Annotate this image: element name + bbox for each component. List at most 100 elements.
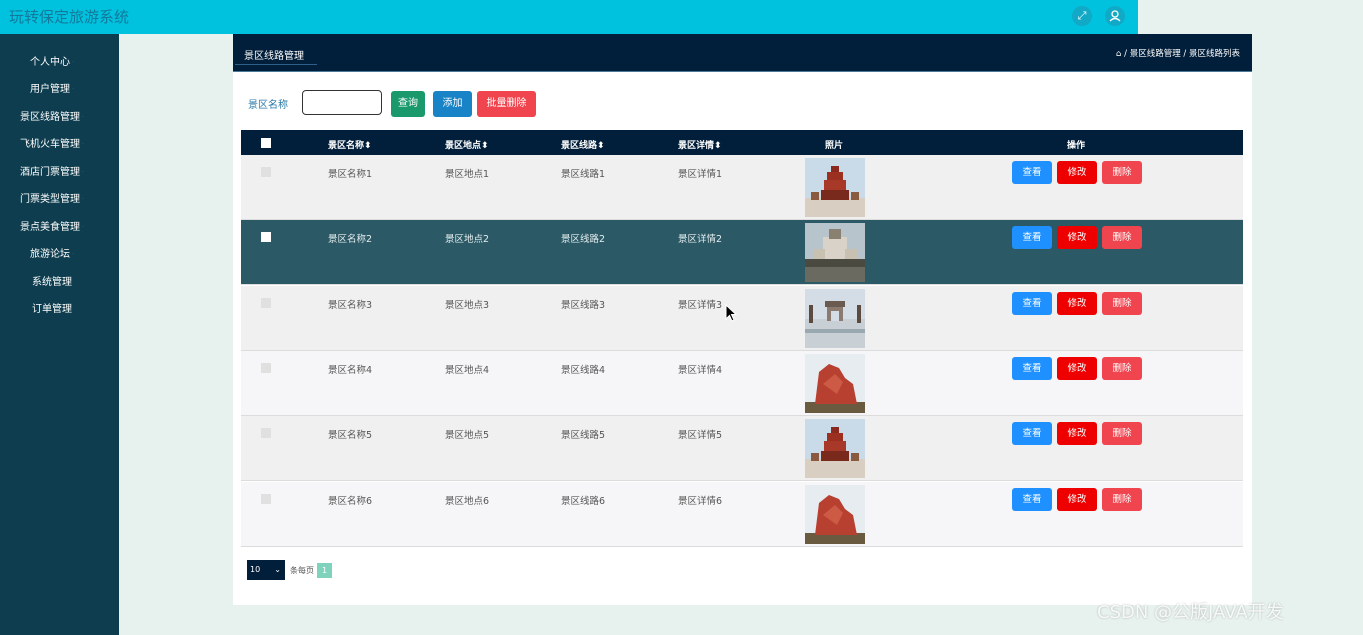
sidebar: 个人中心 · 用户管理 · 景区线路管理 · 飞机火车管理 · 酒店门票管理 · 门票类型… xyxy=(0,34,119,635)
sidebar-item-transport[interactable]: 飞机火车管理 · xyxy=(0,135,104,150)
sidebar-item-ticket-types[interactable]: 门票类型管理 · xyxy=(0,190,104,205)
dot-icon: · xyxy=(82,168,84,176)
photo-thumbnail[interactable] xyxy=(805,158,865,217)
dot-icon: · xyxy=(72,85,74,93)
breadcrumb-text[interactable]: / 景区线路管理 / 景区线路列表 xyxy=(1124,49,1240,59)
column-header: 操作 xyxy=(1067,141,1086,151)
cell-name: 景区名称2 xyxy=(328,234,373,245)
cell-route: 景区线路1 xyxy=(561,169,606,180)
view-button[interactable]: 查看 xyxy=(1012,422,1052,445)
photo-thumbnail[interactable] xyxy=(805,289,865,348)
fullscreen-icon[interactable]: ⤢ xyxy=(1072,6,1092,26)
sidebar-item-routes[interactable]: 景区线路管理 · xyxy=(0,108,104,123)
table-row: 景区名称6 景区地点6 景区线路6 景区详情6 查看 修改 删除 xyxy=(241,482,1243,547)
delete-button[interactable]: 删除 xyxy=(1102,226,1142,249)
row-checkbox[interactable] xyxy=(261,494,271,504)
select-all-checkbox[interactable] xyxy=(261,138,271,148)
cell-location: 景区地点1 xyxy=(445,169,490,180)
row-checkbox[interactable] xyxy=(261,363,271,373)
search-input[interactable] xyxy=(302,90,382,115)
view-button[interactable]: 查看 xyxy=(1012,488,1052,511)
mouse-cursor-icon xyxy=(725,303,738,325)
watermark: CSDN @公版JAVA开发 xyxy=(1097,602,1284,623)
edit-button[interactable]: 修改 xyxy=(1057,422,1097,445)
page-size-select[interactable]: 10 ⌄ xyxy=(247,560,285,580)
table-row: 景区名称1 景区地点1 景区线路1 景区详情1 查看 修改 删除 xyxy=(241,155,1243,220)
dot-icon: · xyxy=(82,113,84,121)
photo-thumbnail[interactable] xyxy=(805,223,865,282)
sidebar-item-orders[interactable]: 订单管理 xyxy=(0,300,104,315)
sidebar-item-food[interactable]: 景点美食管理 · xyxy=(0,218,104,233)
panel-header: 景区线路管理 ⌂ / 景区线路管理 / 景区线路列表 xyxy=(233,34,1252,72)
per-page-label: 条每页 xyxy=(290,566,314,575)
column-header[interactable]: 景区地点⬍ xyxy=(445,138,489,151)
column-header[interactable]: 景区详情⬍ xyxy=(678,138,722,151)
cell-detail: 景区详情6 xyxy=(678,496,723,507)
page-number[interactable]: 1 xyxy=(317,563,332,578)
edit-button[interactable]: 修改 xyxy=(1057,292,1097,315)
cell-name: 景区名称3 xyxy=(328,300,373,311)
search-label: 景区名称 xyxy=(248,100,288,111)
table-row: 景区名称3 景区地点3 景区线路3 景区详情3 查看 修改 删除 xyxy=(241,286,1243,351)
dot-icon: · xyxy=(82,223,84,231)
view-button[interactable]: 查看 xyxy=(1012,161,1052,184)
cell-location: 景区地点3 xyxy=(445,300,490,311)
photo-thumbnail[interactable] xyxy=(805,354,865,413)
view-button[interactable]: 查看 xyxy=(1012,226,1052,249)
cell-detail: 景区详情4 xyxy=(678,365,723,376)
dot-icon: · xyxy=(72,58,74,66)
dot-icon: · xyxy=(72,250,74,258)
cell-route: 景区线路3 xyxy=(561,300,606,311)
batch-delete-button[interactable]: 批量删除 xyxy=(477,91,536,117)
table-row: 景区名称2 景区地点2 景区线路2 景区详情2 查看 修改 删除 xyxy=(241,220,1243,285)
delete-button[interactable]: 删除 xyxy=(1102,422,1142,445)
sidebar-item-system[interactable]: 系统管理 xyxy=(0,273,104,288)
photo-thumbnail[interactable] xyxy=(805,485,865,544)
sidebar-item-personal-center[interactable]: 个人中心 · xyxy=(0,53,104,68)
edit-button[interactable]: 修改 xyxy=(1057,161,1097,184)
row-checkbox[interactable] xyxy=(261,298,271,308)
table-row: 景区名称4 景区地点4 景区线路4 景区详情4 查看 修改 删除 xyxy=(241,351,1243,416)
chevron-down-icon: ⌄ xyxy=(274,565,281,574)
delete-button[interactable]: 删除 xyxy=(1102,488,1142,511)
cell-route: 景区线路5 xyxy=(561,430,606,441)
sidebar-item-forum[interactable]: 旅游论坛 · xyxy=(0,245,104,260)
sidebar-item-users[interactable]: 用户管理 · xyxy=(0,80,104,95)
cell-detail: 景区详情1 xyxy=(678,169,723,180)
table-row: 景区名称5 景区地点5 景区线路5 景区详情5 查看 修改 删除 xyxy=(241,416,1243,481)
dot-icon: · xyxy=(82,140,84,148)
app-title: 玩转保定旅游系统 xyxy=(9,8,130,26)
view-button[interactable]: 查看 xyxy=(1012,357,1052,380)
user-icon[interactable] xyxy=(1105,6,1125,26)
edit-button[interactable]: 修改 xyxy=(1057,357,1097,380)
cell-route: 景区线路2 xyxy=(561,234,606,245)
cell-name: 景区名称1 xyxy=(328,169,373,180)
home-icon[interactable]: ⌂ xyxy=(1116,49,1121,59)
row-checkbox[interactable] xyxy=(261,428,271,438)
cell-name: 景区名称5 xyxy=(328,430,373,441)
main-panel: 景区线路管理 ⌂ / 景区线路管理 / 景区线路列表 景区名称 查询 添加 批量… xyxy=(233,34,1252,605)
column-header: 照片 xyxy=(825,141,844,151)
sidebar-item-hotel-tickets[interactable]: 酒店门票管理 · xyxy=(0,163,104,178)
query-button[interactable]: 查询 xyxy=(391,91,425,117)
breadcrumb: ⌂ / 景区线路管理 / 景区线路列表 xyxy=(1116,47,1240,59)
row-checkbox[interactable] xyxy=(261,167,271,177)
delete-button[interactable]: 删除 xyxy=(1102,357,1142,380)
delete-button[interactable]: 删除 xyxy=(1102,161,1142,184)
delete-button[interactable]: 删除 xyxy=(1102,292,1142,315)
row-checkbox[interactable] xyxy=(261,232,271,242)
cell-location: 景区地点2 xyxy=(445,234,490,245)
add-button[interactable]: 添加 xyxy=(433,91,472,117)
column-header[interactable]: 景区名称⬍ xyxy=(328,138,372,151)
sort-icon[interactable]: ⬍ xyxy=(714,141,722,151)
column-header[interactable]: 景区线路⬍ xyxy=(561,138,605,151)
cell-location: 景区地点6 xyxy=(445,496,490,507)
sort-icon[interactable]: ⬍ xyxy=(597,141,605,151)
photo-thumbnail[interactable] xyxy=(805,419,865,478)
dot-icon: · xyxy=(82,195,84,203)
edit-button[interactable]: 修改 xyxy=(1057,226,1097,249)
view-button[interactable]: 查看 xyxy=(1012,292,1052,315)
sort-icon[interactable]: ⬍ xyxy=(364,141,372,151)
edit-button[interactable]: 修改 xyxy=(1057,488,1097,511)
sort-icon[interactable]: ⬍ xyxy=(481,141,489,151)
